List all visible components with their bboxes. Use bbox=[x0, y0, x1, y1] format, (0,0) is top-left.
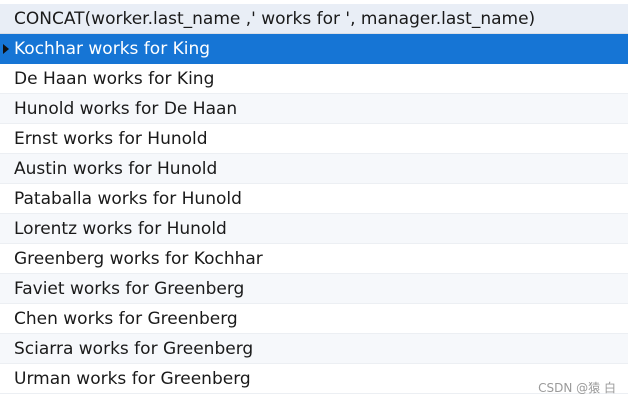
column-header[interactable]: CONCAT(worker.last_name ,' works for ', … bbox=[14, 4, 535, 34]
row-indicator bbox=[0, 64, 12, 94]
table-row[interactable]: Pataballa works for Hunold bbox=[0, 184, 628, 214]
row-indicator bbox=[0, 94, 12, 124]
grid-header: CONCAT(worker.last_name ,' works for ', … bbox=[0, 4, 628, 34]
table-cell[interactable]: De Haan works for King bbox=[14, 64, 214, 94]
row-indicator bbox=[0, 124, 12, 154]
table-cell[interactable]: Chen works for Greenberg bbox=[14, 304, 238, 334]
row-indicator bbox=[0, 304, 12, 334]
table-row[interactable]: Urman works for Greenberg bbox=[0, 364, 628, 394]
table-row[interactable]: Greenberg works for Kochhar bbox=[0, 244, 628, 274]
table-cell[interactable]: Austin works for Hunold bbox=[14, 154, 217, 184]
table-row[interactable]: Chen works for Greenberg bbox=[0, 304, 628, 334]
row-indicator bbox=[0, 244, 12, 274]
table-row[interactable]: Sciarra works for Greenberg bbox=[0, 334, 628, 364]
table-cell[interactable]: Lorentz works for Hunold bbox=[14, 214, 227, 244]
table-cell[interactable]: Sciarra works for Greenberg bbox=[14, 334, 253, 364]
table-cell[interactable]: Faviet works for Greenberg bbox=[14, 274, 244, 304]
row-indicator bbox=[0, 364, 12, 394]
table-cell[interactable]: Hunold works for De Haan bbox=[14, 94, 237, 124]
current-row-arrow-icon bbox=[3, 44, 9, 54]
table-cell[interactable]: Pataballa works for Hunold bbox=[14, 184, 242, 214]
row-indicator bbox=[0, 154, 12, 184]
table-row[interactable]: Lorentz works for Hunold bbox=[0, 214, 628, 244]
table-row[interactable]: Austin works for Hunold bbox=[0, 154, 628, 184]
table-row[interactable]: Hunold works for De Haan bbox=[0, 94, 628, 124]
row-indicator bbox=[0, 334, 12, 364]
table-cell[interactable]: Ernst works for Hunold bbox=[14, 124, 208, 154]
table-row[interactable]: Ernst works for Hunold bbox=[0, 124, 628, 154]
row-indicator bbox=[0, 274, 12, 304]
grid-body: Kochhar works for King De Haan works for… bbox=[0, 34, 628, 394]
table-row[interactable]: Faviet works for Greenberg bbox=[0, 274, 628, 304]
table-row[interactable]: De Haan works for King bbox=[0, 64, 628, 94]
row-indicator bbox=[0, 214, 12, 244]
result-grid: CONCAT(worker.last_name ,' works for ', … bbox=[0, 0, 628, 406]
table-row[interactable]: Kochhar works for King bbox=[0, 34, 628, 64]
table-cell[interactable]: Kochhar works for King bbox=[14, 34, 210, 64]
header-indicator-cell bbox=[0, 4, 12, 33]
table-cell[interactable]: Urman works for Greenberg bbox=[14, 364, 251, 394]
row-indicator bbox=[0, 184, 12, 214]
row-indicator bbox=[0, 34, 12, 64]
watermark: CSDN @猿 白 bbox=[538, 381, 616, 395]
table-cell[interactable]: Greenberg works for Kochhar bbox=[14, 244, 263, 274]
